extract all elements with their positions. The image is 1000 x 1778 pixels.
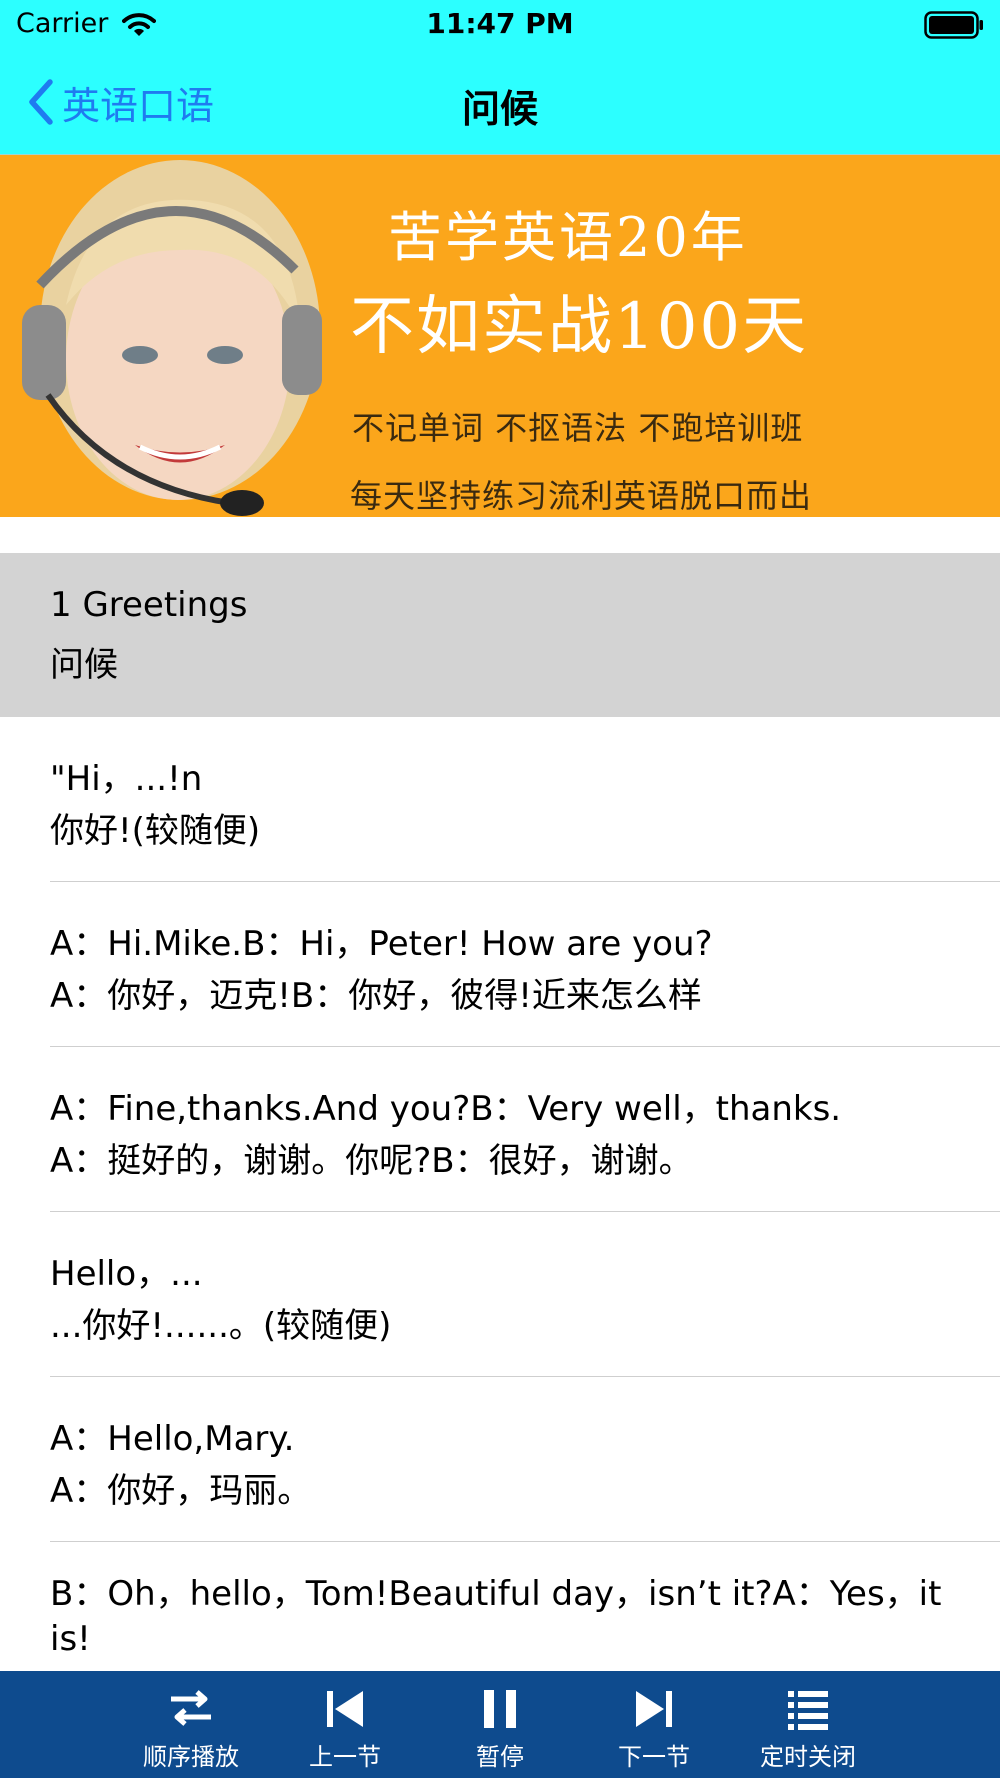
phrase-row[interactable]: A：Fine,thanks.And you?B：Very well，thanks… (50, 1047, 1000, 1212)
skip-next-icon (636, 1691, 672, 1727)
headset-woman-photo (22, 160, 322, 516)
phrase-row[interactable]: "Hi，...!n 你好!(较随便) (50, 717, 1000, 882)
phrase-chinese: ...你好!......。(较随便) (50, 1306, 392, 1346)
sequential-play-button[interactable]: 顺序播放 (126, 1671, 256, 1778)
pause-button[interactable]: 暂停 (435, 1671, 565, 1778)
previous-section-label: 上一节 (309, 1743, 381, 1771)
phrase-english: A：Hello,Mary. (50, 1419, 295, 1459)
page-title: 问候 (461, 87, 538, 131)
next-section-button[interactable]: 下一节 (589, 1671, 719, 1778)
phrase-row[interactable]: A：Hello,Mary. A：你好，玛丽。 (50, 1377, 1000, 1542)
phrase-chinese: 你好!(较随便) (50, 811, 261, 851)
banner-subheadline: 不如实战100天 (350, 290, 809, 364)
skip-previous-icon (327, 1691, 363, 1727)
timer-close-button[interactable]: 定时关闭 (743, 1671, 873, 1778)
status-bar: Carrier 11:47 PM (0, 0, 1000, 50)
phrase-chinese: A：你好，玛丽。 (50, 1471, 312, 1511)
pause-label: 暂停 (476, 1743, 524, 1771)
section-title-zh: 问候 (50, 645, 118, 685)
next-section-label: 下一节 (618, 1743, 690, 1771)
shuffle-arrows-icon (171, 1690, 211, 1726)
phrase-english: A：Fine,thanks.And you?B：Very well，thanks… (50, 1089, 842, 1129)
phrase-english: B：Oh，hello，Tom!Beautiful day，isn’t it?A：… (50, 1574, 942, 1659)
banner-headline: 苦学英语20年 (388, 206, 748, 269)
phrase-english: A：Hi.Mike.B：Hi，Peter! How are you? (50, 924, 713, 964)
timer-close-label: 定时关闭 (760, 1743, 856, 1771)
phrase-chinese: A：你好，迈克!B：你好，彼得!近来怎么样 (50, 976, 702, 1016)
clock-time: 11:47 PM (426, 7, 574, 40)
phrase-english: "Hi，...!n (50, 759, 203, 799)
navigation-bar: 英语口语 问候 (0, 50, 1000, 155)
phrase-english: Hello，... (50, 1254, 203, 1294)
phrase-chinese: A：挺好的，谢谢。你呢?B：很好，谢谢。 (50, 1141, 693, 1181)
battery-icon (924, 11, 983, 39)
pause-icon (484, 1690, 516, 1728)
previous-section-button[interactable]: 上一节 (280, 1671, 410, 1778)
promo-banner[interactable]: 苦学英语20年 不如实战100天 不记单词 不抠语法 不跑培训班 每天坚持练习流… (0, 155, 1000, 517)
section-header: 1 Greetings 问候 (0, 553, 1000, 717)
banner-tagline: 不记单词 不抠语法 不跑培训班 (352, 409, 804, 447)
phrase-list: "Hi，...!n 你好!(较随便) A：Hi.Mike.B：Hi，Peter!… (0, 717, 1000, 1707)
section-title-en: 1 Greetings (50, 585, 248, 625)
player-toolbar: 顺序播放 上一节 暂停 下一节 定时关闭 (0, 1671, 1000, 1778)
list-icon (788, 1691, 828, 1730)
sequential-play-label: 顺序播放 (143, 1743, 239, 1771)
banner-slogan: 每天坚持练习流利英语脱口而出 (350, 477, 813, 515)
phrase-row[interactable]: A：Hi.Mike.B：Hi，Peter! How are you? A：你好，… (50, 882, 1000, 1047)
phrase-row[interactable]: Hello，... ...你好!......。(较随便) (50, 1212, 1000, 1377)
